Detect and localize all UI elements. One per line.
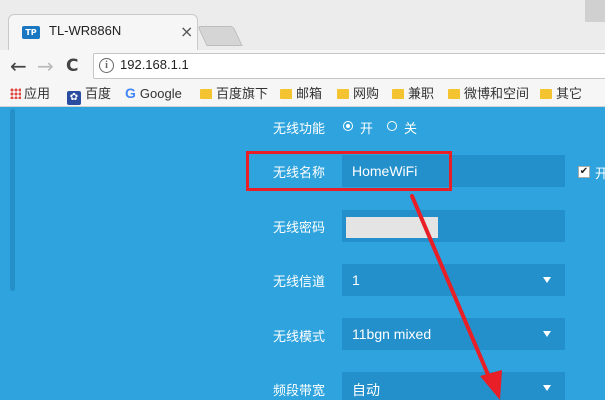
annotation-arrow	[410, 194, 502, 400]
